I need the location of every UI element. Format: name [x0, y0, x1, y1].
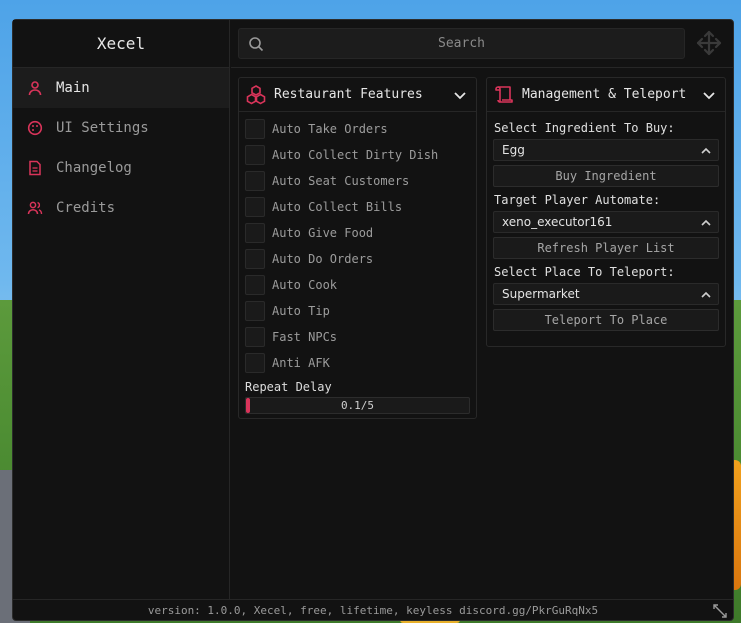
- sidebar-item-changelog[interactable]: Changelog: [13, 148, 229, 188]
- chevron-down-icon: [452, 87, 468, 103]
- toggle-label: Auto Collect Bills: [272, 200, 403, 214]
- app-title: Xecel: [13, 20, 229, 68]
- sidebar-item-label: Main: [56, 80, 90, 96]
- restaurant-features-panel: Restaurant Features Auto Take Orders Aut…: [238, 77, 477, 419]
- sidebar-item-label: UI Settings: [56, 120, 149, 136]
- chevron-up-icon: [699, 216, 713, 230]
- checkbox[interactable]: [245, 275, 265, 295]
- toggle-label: Auto Tip: [272, 304, 330, 318]
- checkbox[interactable]: [245, 249, 265, 269]
- sidebar-item-label: Changelog: [56, 160, 132, 176]
- toggle-label: Fast NPCs: [272, 330, 338, 344]
- buy-ingredient-button[interactable]: Buy Ingredient: [493, 165, 719, 187]
- slider-value: 0.1/5: [340, 399, 375, 412]
- repeat-delay-slider[interactable]: 0.1/5: [245, 397, 470, 414]
- palette-icon: [27, 120, 43, 136]
- toggle-label: Auto Give Food: [272, 226, 374, 240]
- search-box: [238, 28, 685, 59]
- dropdown-value: xeno_executor161: [502, 215, 613, 229]
- checkbox[interactable]: [245, 301, 265, 321]
- refresh-player-list-button[interactable]: Refresh Player List: [493, 237, 719, 259]
- panel-title: Restaurant Features: [274, 87, 423, 102]
- checkbox[interactable]: [245, 145, 265, 165]
- checkbox[interactable]: [245, 353, 265, 373]
- sidebar-item-credits[interactable]: Credits: [13, 188, 229, 228]
- panel-header[interactable]: Management & Teleport: [487, 78, 725, 112]
- dropdown-value: Egg: [502, 143, 525, 157]
- footer-version: version: 1.0.0, Xecel, free, lifetime, k…: [13, 599, 733, 620]
- checkbox[interactable]: [245, 223, 265, 243]
- place-dropdown[interactable]: Supermarket: [493, 283, 719, 305]
- user-icon: [27, 80, 43, 96]
- ingredient-dropdown[interactable]: Egg: [493, 139, 719, 161]
- toggle-label: Auto Take Orders: [272, 122, 388, 136]
- script-window: Xecel Main UI Settings Changelog Credits…: [12, 19, 734, 621]
- document-icon: [27, 160, 43, 176]
- teleport-to-place-button[interactable]: Teleport To Place: [493, 309, 719, 331]
- resize-icon[interactable]: [713, 603, 727, 618]
- chevron-down-icon: [701, 87, 717, 103]
- users-icon: [27, 200, 43, 216]
- cubes-icon: [245, 84, 267, 106]
- sidebar: Xecel Main UI Settings Changelog Credits: [13, 20, 230, 599]
- toggle-auto-seat-customers: Auto Seat Customers: [239, 168, 476, 194]
- search-icon: [248, 36, 264, 52]
- toggle-auto-cook: Auto Cook: [239, 272, 476, 298]
- repeat-delay-label: Repeat Delay: [245, 380, 332, 394]
- player-dropdown[interactable]: xeno_executor161: [493, 211, 719, 233]
- top-bar: [231, 20, 733, 68]
- checkbox[interactable]: [245, 327, 265, 347]
- toggle-label: Auto Collect Dirty Dish: [272, 148, 439, 162]
- toggle-auto-collect-dirty-dish: Auto Collect Dirty Dish: [239, 142, 476, 168]
- scroll-icon: [493, 84, 515, 106]
- player-label: Target Player Automate:: [494, 193, 661, 207]
- toggle-label: Auto Seat Customers: [272, 174, 410, 188]
- checkbox[interactable]: [245, 171, 265, 191]
- toggle-auto-do-orders: Auto Do Orders: [239, 246, 476, 272]
- chevron-up-icon: [699, 288, 713, 302]
- panel-title: Management & Teleport: [522, 87, 687, 102]
- toggle-auto-give-food: Auto Give Food: [239, 220, 476, 246]
- ingredient-label: Select Ingredient To Buy:: [494, 121, 675, 135]
- toggle-label: Auto Cook: [272, 278, 338, 292]
- move-icon[interactable]: [696, 30, 722, 56]
- checkbox[interactable]: [245, 119, 265, 139]
- chevron-up-icon: [699, 144, 713, 158]
- toggle-label: Anti AFK: [272, 356, 330, 370]
- panel-header[interactable]: Restaurant Features: [239, 78, 476, 112]
- toggle-label: Auto Do Orders: [272, 252, 374, 266]
- toggle-auto-take-orders: Auto Take Orders: [239, 116, 476, 142]
- place-label: Select Place To Teleport:: [494, 265, 675, 279]
- sidebar-item-main[interactable]: Main: [13, 68, 229, 108]
- checkbox[interactable]: [245, 197, 265, 217]
- toggle-auto-collect-bills: Auto Collect Bills: [239, 194, 476, 220]
- toggle-fast-npcs: Fast NPCs: [239, 324, 476, 350]
- sidebar-item-ui-settings[interactable]: UI Settings: [13, 108, 229, 148]
- sidebar-item-label: Credits: [56, 200, 116, 216]
- toggle-auto-tip: Auto Tip: [239, 298, 476, 324]
- search-input[interactable]: [239, 29, 684, 58]
- dropdown-value: Supermarket: [502, 287, 580, 301]
- management-teleport-panel: Management & Teleport Select Ingredient …: [486, 77, 726, 347]
- toggle-anti-afk: Anti AFK: [239, 350, 476, 376]
